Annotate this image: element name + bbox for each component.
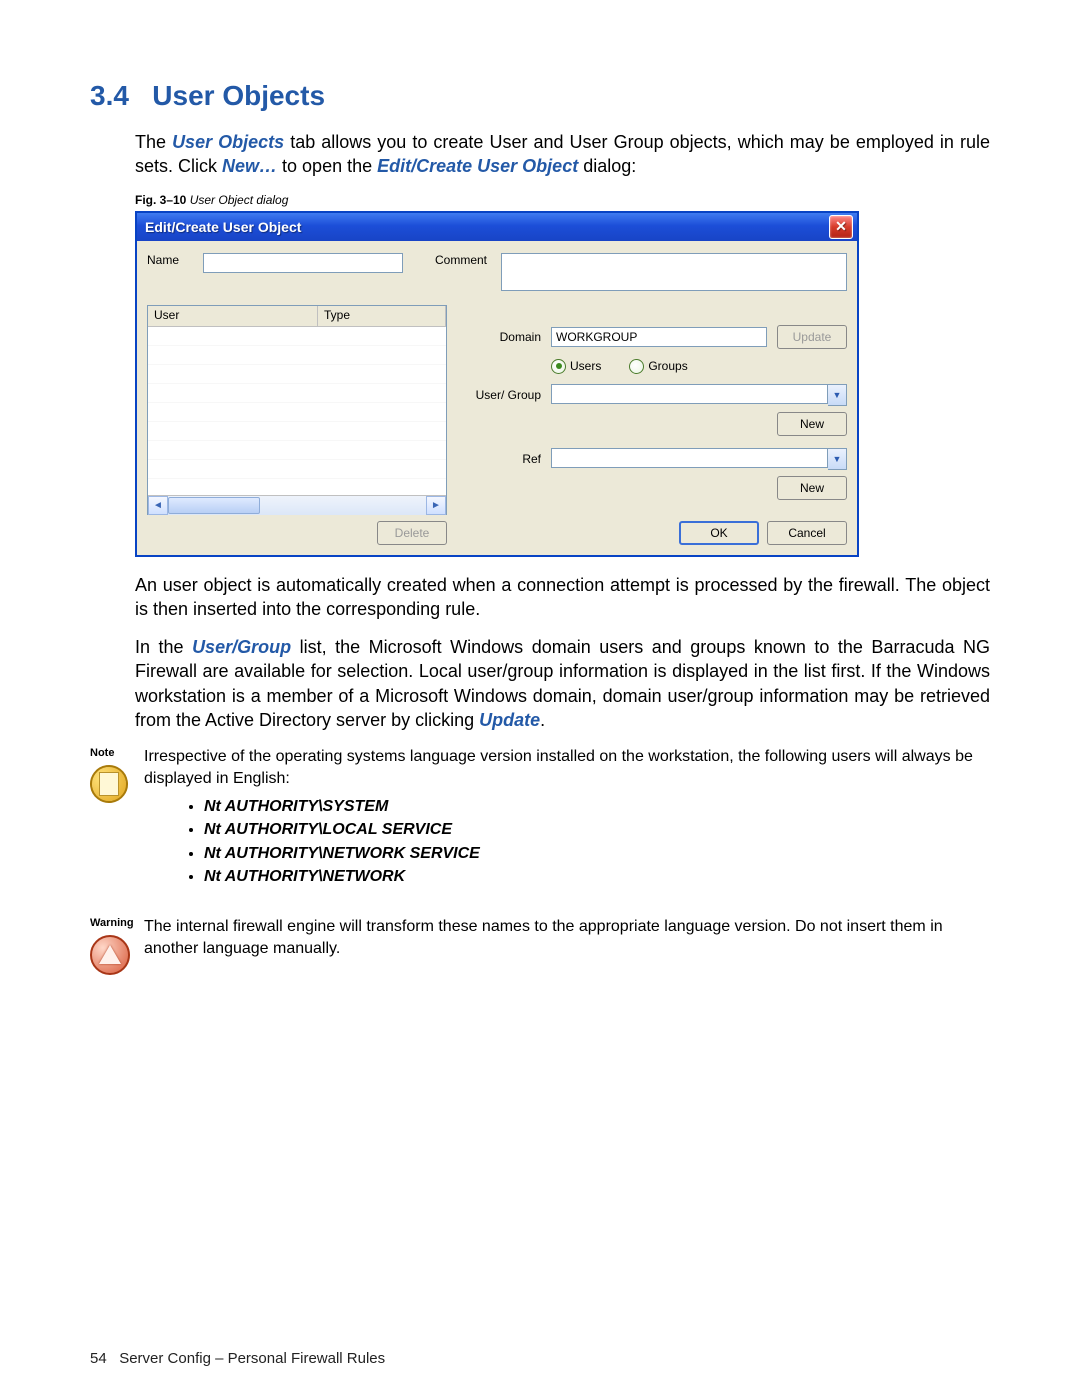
ok-button[interactable]: OK [679, 521, 759, 545]
list-col-user[interactable]: User [148, 306, 318, 326]
section-number: 3.4 [90, 80, 129, 111]
users-radio[interactable]: Users [551, 359, 601, 374]
page-footer: 54 Server Config – Personal Firewall Rul… [90, 1350, 385, 1367]
dialog-titlebar[interactable]: Edit/Create User Object ✕ [137, 213, 857, 241]
comment-label: Comment [435, 253, 487, 291]
delete-button[interactable]: Delete [377, 521, 447, 545]
name-label: Name [147, 253, 189, 291]
groups-radio[interactable]: Groups [629, 359, 687, 374]
list-item: Nt AUTHORITY\SYSTEM [204, 796, 990, 818]
comment-input[interactable] [501, 253, 847, 291]
note-tag: Note [90, 746, 132, 761]
new-usergroup-button[interactable]: New [777, 412, 847, 436]
close-icon[interactable]: ✕ [829, 215, 853, 239]
chevron-down-icon[interactable]: ▼ [828, 384, 847, 406]
edit-create-keyword: Edit/Create User Object [377, 156, 578, 176]
ref-combo[interactable]: ▼ [551, 448, 847, 470]
domain-input[interactable]: WORKGROUP [551, 327, 767, 347]
list-item: Nt AUTHORITY\NETWORK SERVICE [204, 843, 990, 865]
note-icon [88, 763, 131, 806]
scroll-left-icon[interactable]: ◄ [148, 496, 168, 515]
note-text: Irrespective of the operating systems la… [144, 746, 990, 789]
domain-label: Domain [461, 330, 541, 344]
new-ref-button[interactable]: New [777, 476, 847, 500]
list-rows[interactable] [148, 327, 446, 495]
edit-create-user-object-dialog: Edit/Create User Object ✕ Name Comment U… [135, 211, 859, 557]
new-keyword: New… [222, 156, 277, 176]
ref-label: Ref [461, 452, 541, 466]
user-listview[interactable]: User Type ◄ ► [147, 305, 447, 515]
paragraph-auto-create: An user object is automatically created … [135, 573, 990, 622]
usergroup-keyword: User/Group [192, 637, 291, 657]
warning-text: The internal firewall engine will transf… [144, 916, 990, 975]
list-item: Nt AUTHORITY\LOCAL SERVICE [204, 819, 990, 841]
section-title-text: User Objects [152, 80, 325, 111]
radio-dot-icon [551, 359, 566, 374]
authority-list: Nt AUTHORITY\SYSTEM Nt AUTHORITY\LOCAL S… [204, 796, 990, 888]
scroll-thumb[interactable] [168, 497, 260, 514]
cancel-button[interactable]: Cancel [767, 521, 847, 545]
update-button[interactable]: Update [777, 325, 847, 349]
note-callout: Note Irrespective of the operating syste… [90, 746, 990, 890]
horizontal-scrollbar[interactable]: ◄ ► [148, 495, 446, 515]
name-input[interactable] [203, 253, 403, 273]
usergroup-combo[interactable]: ▼ [551, 384, 847, 406]
section-heading: 3.4 User Objects [90, 80, 990, 112]
dialog-title: Edit/Create User Object [145, 219, 301, 235]
intro-paragraph: The User Objects tab allows you to creat… [135, 130, 990, 179]
list-col-type[interactable]: Type [318, 306, 446, 326]
warning-callout: Warning The internal firewall engine wil… [90, 916, 990, 975]
page-number: 54 [90, 1350, 107, 1367]
warning-tag: Warning [90, 916, 132, 931]
paragraph-usergroup: In the User/Group list, the Microsoft Wi… [135, 635, 990, 732]
warning-icon [90, 935, 130, 975]
list-item: Nt AUTHORITY\NETWORK [204, 866, 990, 888]
scroll-right-icon[interactable]: ► [426, 496, 446, 515]
usergroup-label: User/ Group [461, 388, 541, 402]
figure-caption: Fig. 3–10 User Object dialog [135, 193, 990, 207]
footer-text: Server Config – Personal Firewall Rules [119, 1350, 385, 1367]
radio-dot-icon [629, 359, 644, 374]
user-objects-keyword: User Objects [172, 132, 284, 152]
chevron-down-icon[interactable]: ▼ [828, 448, 847, 470]
update-keyword: Update [479, 710, 540, 730]
